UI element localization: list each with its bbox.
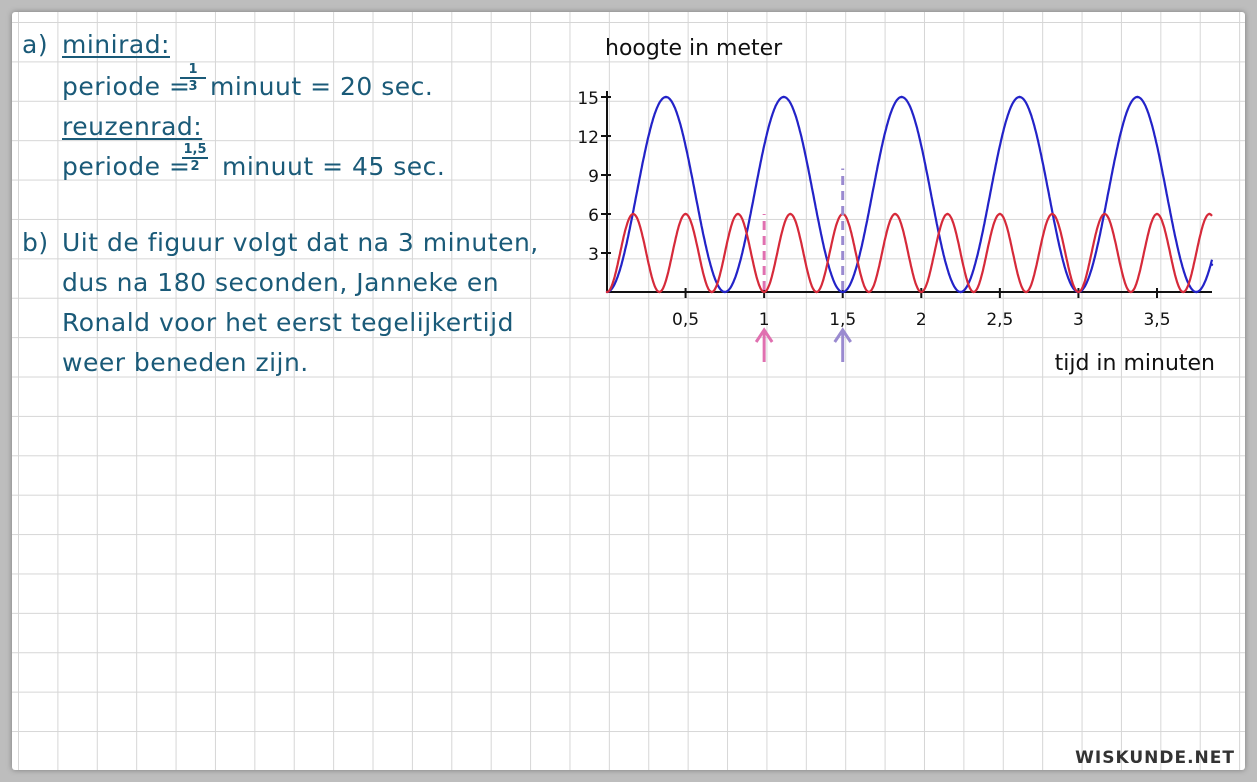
series-1-point-10 <box>1195 290 1198 294</box>
chart-series <box>605 95 1214 294</box>
series-2-point-21 <box>1155 212 1159 216</box>
series-2-point-12 <box>920 290 923 294</box>
y-axis-label: hoogte in meter <box>605 36 783 61</box>
series-2-point-10 <box>867 290 871 294</box>
y-tick-label-6: 6 <box>588 206 599 226</box>
chart-axes: 3 6 9 12 15 0,5 1 1,5 2 2,5 3 3,5 <box>577 89 1212 330</box>
series-1-point-6 <box>959 290 962 294</box>
series-2-point-11 <box>893 212 897 216</box>
y-tick-label-3: 3 <box>588 245 599 265</box>
series-2-point-15 <box>998 212 1002 216</box>
height-time-chart: hoogte in meter tijd in minuten 36912150… <box>577 36 1215 376</box>
x-tick-label-3: 3 <box>1073 310 1084 330</box>
series-1-point-5 <box>900 95 903 99</box>
series-2-point-2 <box>658 290 661 294</box>
series-2-point-7 <box>789 212 792 216</box>
series-1-point-9 <box>1136 95 1139 99</box>
x-axis-label: tijd in minuten <box>1055 351 1215 376</box>
series-1-point-4 <box>841 290 844 294</box>
series-2-point-22 <box>1181 290 1185 294</box>
series-1-point-11 <box>1210 263 1214 266</box>
series-1-point-7 <box>1018 95 1021 99</box>
series-2-point-19 <box>1103 212 1106 216</box>
series-2-point-13 <box>946 212 949 216</box>
series-1-point-2 <box>723 290 727 294</box>
series-2-point-18 <box>1077 290 1080 294</box>
x-tick-label-1: 1 <box>759 310 770 330</box>
series-2-point-0 <box>605 290 609 294</box>
series-2-point-16 <box>1024 290 1028 294</box>
y-tick-label-12: 12 <box>577 128 599 148</box>
series-2-point-23 <box>1208 212 1211 216</box>
series-line-2 <box>606 212 1213 294</box>
series-2-point-8 <box>815 290 818 294</box>
x-tick-label-1.5: 1,5 <box>829 310 856 330</box>
series-2-point-1 <box>631 212 635 216</box>
series-1-point-3 <box>782 95 785 99</box>
y-tick-label-15: 15 <box>577 89 599 109</box>
x-tick-label-2.5: 2,5 <box>986 310 1013 330</box>
x-tick-label-0.5: 0,5 <box>672 310 699 330</box>
brand-watermark: WISKUNDE.NET <box>1075 748 1235 768</box>
series-1-point-1 <box>664 95 668 99</box>
series-2-point-20 <box>1129 290 1133 294</box>
series-2-point-6 <box>762 290 766 294</box>
series-2-point-4 <box>710 290 713 294</box>
series-2-point-17 <box>1051 212 1054 216</box>
x-tick-label-2: 2 <box>916 310 927 330</box>
x-tick-label-3.5: 3,5 <box>1143 310 1170 330</box>
y-tick-label-9: 9 <box>588 167 599 187</box>
series-2-point-3 <box>684 212 687 216</box>
chart-annotations <box>754 168 852 362</box>
series-2-point-5 <box>736 212 740 216</box>
series-2-point-14 <box>972 290 975 294</box>
